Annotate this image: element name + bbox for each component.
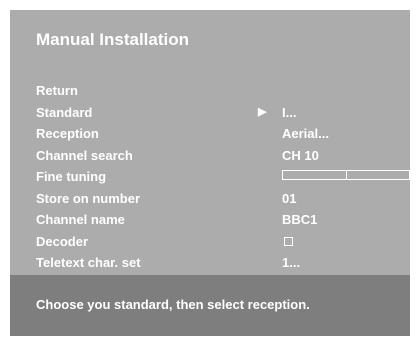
teletext-char-set-value[interactable]: 1... <box>282 255 300 270</box>
manual-installation-panel: Manual Installation Return Standard ▶ I.… <box>10 10 410 336</box>
menu-item-label: Standard <box>36 104 93 120</box>
channel-search-value[interactable]: CH 10 <box>282 148 319 163</box>
menu-item-store-on-number[interactable]: Store on number 01 <box>36 188 410 210</box>
menu-item-label: Reception <box>36 126 99 141</box>
reception-value[interactable]: Aerial... <box>282 126 329 141</box>
menu-item-label: Teletext char. set <box>36 255 141 270</box>
store-number-value[interactable]: 01 <box>282 191 296 206</box>
menu-item-fine-tuning[interactable]: Fine tuning <box>36 166 410 188</box>
menu-item-reception[interactable]: Reception Aerial... <box>36 123 410 145</box>
fine-tuning-marker[interactable] <box>346 171 347 179</box>
menu-item-channel-search[interactable]: Channel search CH 10 <box>36 145 410 167</box>
page-title: Manual Installation <box>36 30 190 49</box>
decoder-checkbox[interactable] <box>284 236 293 246</box>
menu-item-label: Channel name <box>36 212 125 227</box>
menu-item-standard[interactable]: Standard ▶ I... <box>36 102 410 124</box>
settings-menu: Return Standard ▶ I... Reception Aerial.… <box>36 80 410 274</box>
tv-osd-screen: Manual Installation Return Standard ▶ I.… <box>0 0 419 344</box>
menu-item-decoder[interactable]: Decoder <box>36 231 410 253</box>
menu-item-return[interactable]: Return <box>36 80 410 102</box>
menu-item-label: Fine tuning <box>36 169 107 184</box>
channel-name-value[interactable]: BBC1 <box>282 212 317 227</box>
menu-item-label: Return <box>36 83 78 98</box>
menu-item-channel-name[interactable]: Channel name BBC1 <box>36 209 410 231</box>
status-message: Choose you standard, then select recepti… <box>36 297 310 312</box>
fine-tuning-slider[interactable] <box>282 170 410 180</box>
menu-item-label: Channel search <box>36 147 133 163</box>
standard-value[interactable]: I... <box>282 105 296 120</box>
menu-item-label: Store on number <box>36 190 141 206</box>
menu-item-teletext-char-set[interactable]: Teletext char. set 1... <box>36 252 410 274</box>
status-bar: Choose you standard, then select recepti… <box>10 275 410 336</box>
menu-item-label: Decoder <box>36 233 89 249</box>
play-arrow-icon: ▶ <box>258 105 267 118</box>
